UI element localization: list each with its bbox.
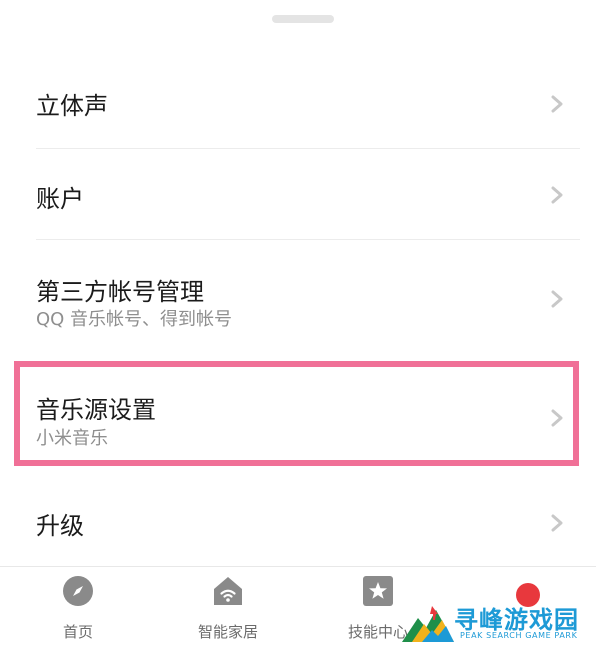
sheet-drag-handle[interactable] — [272, 15, 334, 23]
nav-tab-home[interactable]: 首页 — [8, 567, 148, 648]
mountain-logo-icon — [402, 606, 454, 642]
settings-item-title: 立体声 — [36, 92, 108, 120]
chevron-right-icon — [551, 186, 563, 204]
highlight-annotation-box — [14, 361, 579, 466]
site-watermark: 寻峰游戏园 PEAK SEARCH GAME PARK — [400, 598, 596, 647]
compass-icon — [63, 576, 93, 606]
watermark-subtitle: PEAK SEARCH GAME PARK — [460, 631, 578, 640]
settings-item-third-party-accounts[interactable]: 第三方帐号管理 QQ 音乐帐号、得到帐号 — [0, 240, 596, 360]
nav-tab-label: 智能家居 — [197, 623, 258, 641]
settings-item-stereo[interactable]: 立体声 — [0, 60, 596, 148]
settings-item-title: 账户 — [36, 185, 84, 213]
watermark-title: 寻峰游戏园 — [454, 606, 579, 634]
settings-item-title: 升级 — [36, 512, 84, 540]
settings-item-title: 第三方帐号管理 — [36, 278, 204, 306]
chevron-right-icon — [551, 290, 563, 308]
chevron-right-icon — [551, 514, 563, 532]
settings-item-subtitle: QQ 音乐帐号、得到帐号 — [36, 309, 233, 330]
chevron-right-icon — [551, 95, 563, 113]
nav-tab-label: 首页 — [62, 623, 93, 641]
nav-tab-smart-home[interactable]: 智能家居 — [158, 567, 298, 648]
settings-item-upgrade[interactable]: 升级 — [0, 480, 596, 566]
settings-item-account[interactable]: 账户 — [0, 149, 596, 239]
star-skill-icon — [363, 576, 393, 606]
smart-home-icon — [214, 577, 242, 605]
